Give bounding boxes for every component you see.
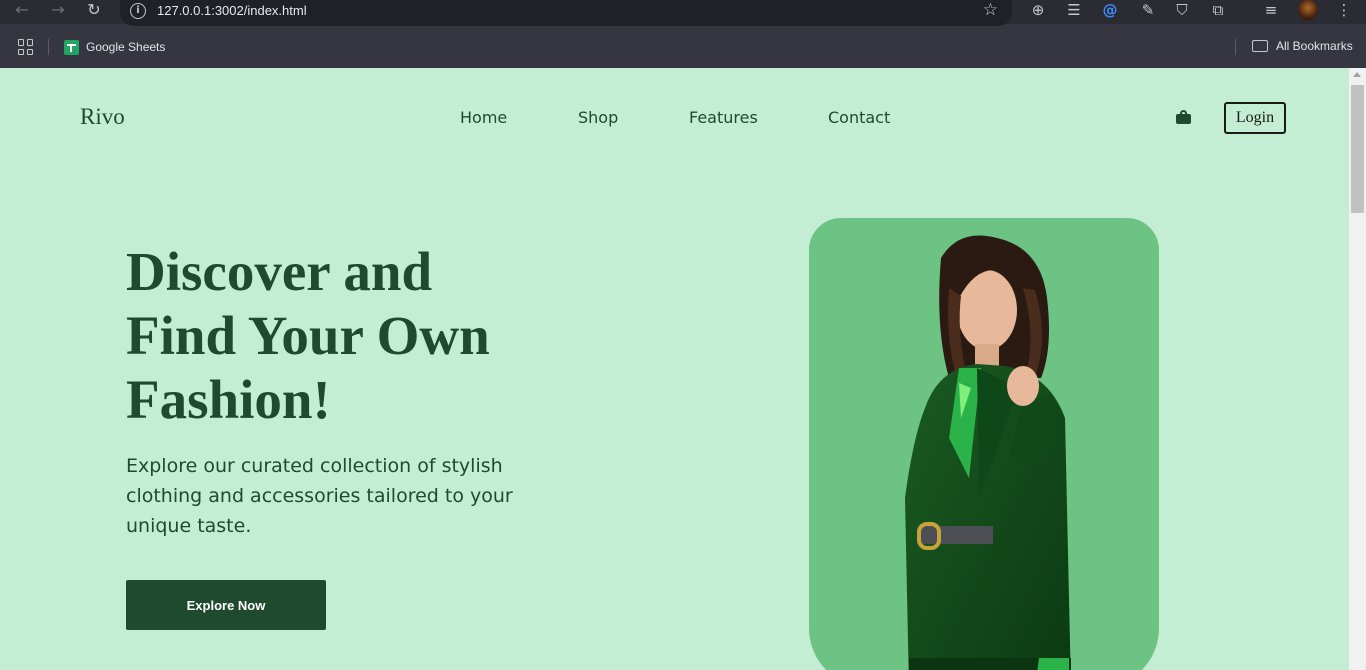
- all-bookmarks-label: All Bookmarks: [1276, 39, 1353, 53]
- hero-title-line: Find Your Own: [126, 305, 490, 366]
- at-extension-icon[interactable]: @: [1098, 0, 1122, 22]
- login-button[interactable]: Login: [1224, 102, 1286, 134]
- hero-title-line: Fashion!: [126, 369, 331, 430]
- eyedropper-extension-icon[interactable]: ✎: [1136, 0, 1160, 22]
- equalizer-extension-icon[interactable]: ☰: [1062, 0, 1086, 22]
- bookmark-label: Google Sheets: [86, 40, 166, 54]
- reload-icon[interactable]: ↻: [82, 0, 106, 22]
- all-bookmarks-button[interactable]: All Bookmarks: [1252, 39, 1353, 53]
- extensions-puzzle-icon[interactable]: ⧉: [1206, 0, 1230, 22]
- bookmark-google-sheets[interactable]: Google Sheets: [64, 39, 165, 55]
- bookmarks-divider: [48, 39, 49, 55]
- hero-title-line: Discover and: [126, 241, 433, 302]
- hero-description: Explore our curated collection of stylis…: [126, 455, 513, 537]
- nav-contact[interactable]: Contact: [828, 108, 890, 127]
- page-scrollbar[interactable]: [1349, 68, 1366, 670]
- bookmark-star-icon[interactable]: ☆: [983, 0, 998, 20]
- nav-features[interactable]: Features: [689, 108, 758, 127]
- address-bar[interactable]: i 127.0.0.1:3002/index.html ☆: [120, 0, 1012, 26]
- profile-avatar[interactable]: [1298, 0, 1318, 20]
- browser-chrome: ← → ↻ i 127.0.0.1:3002/index.html ☆ ⊕ ☰ …: [0, 0, 1366, 68]
- google-sheets-icon: [64, 39, 79, 55]
- forward-icon[interactable]: →: [46, 0, 70, 22]
- folder-icon: [1252, 40, 1268, 52]
- hero-title: Discover and Find Your Own Fashion!: [126, 240, 586, 432]
- shield-extension-icon[interactable]: ⛉: [1170, 0, 1194, 22]
- bookmarks-bar: Google Sheets All Bookmarks: [0, 36, 1366, 58]
- nav-shop[interactable]: Shop: [578, 108, 618, 127]
- scrollbar-thumb[interactable]: [1351, 85, 1364, 213]
- apps-grid-icon[interactable]: [18, 39, 34, 55]
- site-logo[interactable]: Rivo: [80, 104, 125, 130]
- translate-extension-icon[interactable]: ⊕: [1026, 0, 1050, 22]
- explore-now-button[interactable]: Explore Now: [126, 580, 326, 630]
- back-icon[interactable]: ←: [10, 0, 34, 22]
- nav-home[interactable]: Home: [460, 108, 507, 127]
- hero-model-photo: [809, 218, 1159, 670]
- media-control-icon[interactable]: ≡: [1259, 0, 1283, 22]
- site-info-icon[interactable]: i: [130, 3, 146, 19]
- address-url[interactable]: 127.0.0.1:3002/index.html: [157, 3, 307, 18]
- bookmarks-divider-right: [1235, 39, 1236, 55]
- shopping-bag-icon[interactable]: [1176, 110, 1191, 124]
- browser-menu-icon[interactable]: ⋮: [1332, 0, 1356, 22]
- model-figure-illustration: [905, 235, 1071, 670]
- scroll-up-arrow-icon[interactable]: [1353, 72, 1361, 77]
